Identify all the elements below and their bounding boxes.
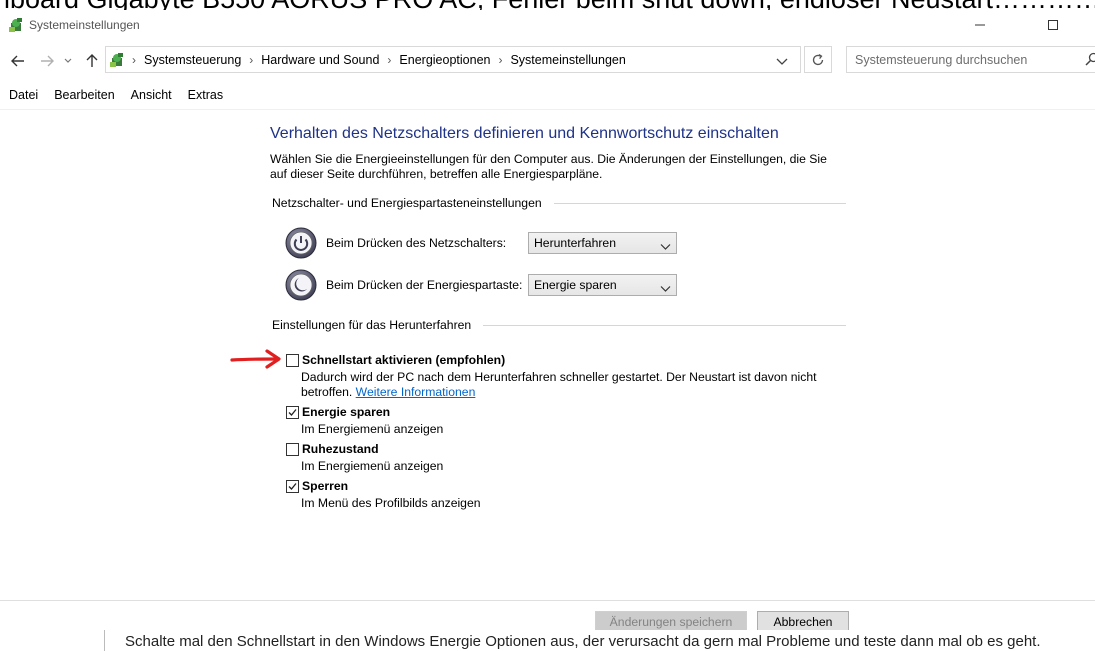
breadcrumb-systemeinstellungen[interactable]: Systemeinstellungen — [510, 53, 625, 67]
breadcrumb-separator[interactable]: › — [132, 53, 136, 67]
menu-datei[interactable]: Datei — [0, 86, 46, 104]
refresh-button[interactable] — [804, 46, 832, 73]
up-arrow-icon — [86, 54, 98, 67]
title-bar: Systemeinstellungen — [0, 10, 1095, 40]
breadcrumb: › Systemsteuerung › Hardware und Sound ›… — [130, 47, 626, 72]
red-arrow-annotation-icon — [230, 348, 286, 370]
address-bar[interactable]: › Systemsteuerung › Hardware und Sound ›… — [105, 46, 801, 73]
forward-button[interactable] — [38, 52, 56, 70]
save-changes-button[interactable]: Änderungen speichern — [595, 611, 747, 631]
section-divider — [483, 325, 846, 326]
lock-description: Im Menü des Profilbilds anzeigen — [301, 496, 481, 510]
back-button[interactable] — [9, 52, 27, 70]
control-panel-icon — [109, 52, 125, 68]
menu-bearbeiten[interactable]: Bearbeiten — [46, 86, 122, 104]
power-button-action-select[interactable]: Herunterfahren — [528, 232, 677, 254]
chevron-down-icon — [660, 280, 671, 292]
breadcrumb-systemsteuerung[interactable]: Systemsteuerung — [144, 53, 241, 67]
sleep-label[interactable]: Energie sparen — [302, 404, 390, 420]
lock-checkbox[interactable] — [286, 480, 299, 493]
recent-locations-button[interactable] — [62, 52, 74, 70]
intro-text: Wählen Sie die Energieeinstellungen für … — [270, 152, 827, 181]
sleep-button-row: Beim Drücken der Energiespartaste: Energ… — [285, 269, 685, 301]
maximize-icon — [1048, 20, 1058, 30]
shutdown-section-header: Einstellungen für das Herunterfahren — [270, 318, 846, 333]
back-arrow-icon — [11, 55, 24, 67]
shutdown-section-title: Einstellungen für das Herunterfahren — [272, 318, 472, 332]
footer-divider — [0, 600, 1095, 601]
breadcrumb-energieoptionen[interactable]: Energieoptionen — [399, 53, 490, 67]
section-divider — [553, 203, 846, 204]
breadcrumb-separator[interactable]: › — [387, 53, 391, 67]
breadcrumb-separator[interactable]: › — [249, 53, 253, 67]
minimize-button[interactable] — [957, 10, 1003, 40]
hibernate-checkbox[interactable] — [286, 443, 299, 456]
address-history-dropdown[interactable] — [776, 53, 792, 69]
sleep-button-icon — [285, 269, 317, 301]
hibernate-label[interactable]: Ruhezustand — [302, 441, 379, 457]
search-box[interactable] — [846, 46, 1095, 73]
lock-label[interactable]: Sperren — [302, 478, 348, 494]
search-input[interactable] — [855, 51, 1075, 68]
systemeinstellungen-window: Systemeinstellungen › Systemsteuerung › … — [0, 10, 1095, 631]
checkmark-icon — [288, 483, 297, 490]
background-footer-text: Schalte mal den Schnellstart in den Wind… — [125, 633, 1041, 650]
power-section-title: Netzschalter- und Energiespartasteneinst… — [272, 196, 542, 210]
sleep-button-action-value: Energie sparen — [534, 278, 617, 292]
power-button-label: Beim Drücken des Netzschalters: — [326, 236, 507, 250]
menu-ansicht[interactable]: Ansicht — [123, 86, 180, 104]
menu-extras[interactable]: Extras — [180, 86, 231, 104]
page-title: Verhalten des Netzschalters definieren u… — [270, 125, 779, 142]
minimize-icon — [975, 24, 985, 26]
chevron-down-icon — [660, 238, 671, 250]
maximize-button[interactable] — [1030, 10, 1076, 40]
search-icon[interactable] — [1085, 52, 1095, 68]
sleep-button-action-select[interactable]: Energie sparen — [528, 274, 677, 296]
breadcrumb-separator[interactable]: › — [498, 53, 502, 67]
hibernate-description: Im Energiemenü anzeigen — [301, 459, 444, 473]
fast-startup-description: Dadurch wird der PC nach dem Herunterfah… — [301, 370, 821, 400]
sleep-button-label: Beim Drücken der Energiespartaste: — [326, 278, 523, 292]
chevron-down-icon — [64, 58, 72, 63]
power-button-icon — [285, 227, 317, 259]
window-title: Systemeinstellungen — [29, 18, 140, 32]
power-section-header: Netzschalter- und Energiespartasteneinst… — [270, 196, 846, 211]
refresh-icon — [812, 53, 824, 65]
sleep-description: Im Energiemenü anzeigen — [301, 422, 444, 436]
background-divider — [104, 630, 105, 651]
fast-startup-checkbox[interactable] — [286, 354, 299, 367]
power-button-action-value: Herunterfahren — [534, 236, 616, 250]
more-information-link[interactable]: Weitere Informationen — [356, 385, 476, 399]
background-page-footer: Schalte mal den Schnellstart in den Wind… — [0, 630, 1095, 651]
sleep-checkbox[interactable] — [286, 406, 299, 419]
fast-startup-label[interactable]: Schnellstart aktivieren (empfohlen) — [302, 352, 505, 368]
main-content: Verhalten des Netzschalters definieren u… — [0, 110, 1095, 600]
cancel-button[interactable]: Abbrechen — [757, 611, 849, 631]
up-button[interactable] — [83, 52, 101, 70]
checkmark-icon — [288, 409, 297, 416]
power-button-row: Beim Drücken des Netzschalters: Herunter… — [285, 227, 685, 259]
control-panel-icon — [8, 17, 24, 33]
forward-arrow-icon — [41, 55, 54, 67]
breadcrumb-hardware-und-sound[interactable]: Hardware und Sound — [261, 53, 379, 67]
chevron-down-icon — [776, 58, 788, 65]
menu-bar: Datei Bearbeiten Ansicht Extras — [0, 84, 1095, 106]
